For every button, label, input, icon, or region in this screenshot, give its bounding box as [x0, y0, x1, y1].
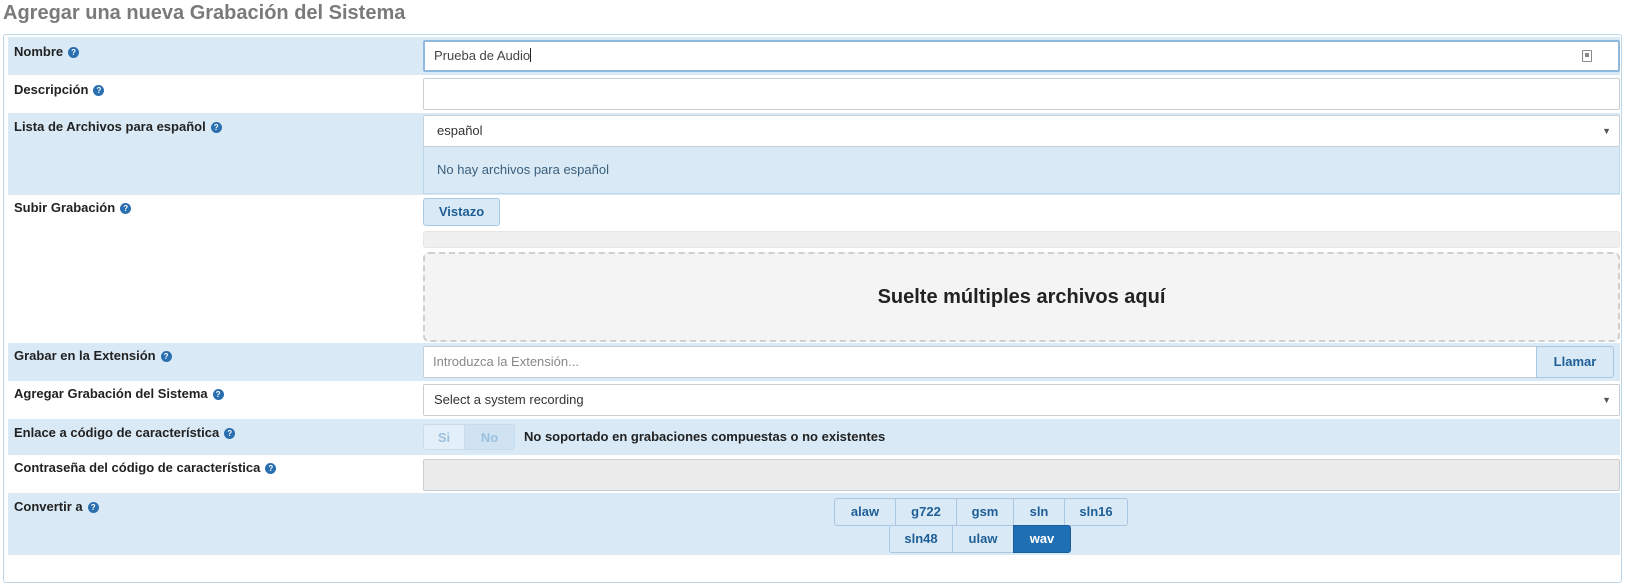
page-title: Agregar una nueva Grabación del Sistema [3, 2, 406, 24]
name-label: Nombre [14, 44, 64, 59]
format-sln16[interactable]: sln16 [1064, 498, 1128, 526]
record-extension-label: Grabar en la Extensión [14, 348, 156, 363]
format-group-row2: sln48 ulaw wav [889, 525, 1071, 553]
extension-input[interactable]: Introduzca la Extensión... [423, 346, 1537, 378]
row-feature-code-password: Contraseña del código de característica? [8, 455, 1620, 493]
feature-code-password-label: Contraseña del código de característica [14, 460, 261, 475]
name-input[interactable]: Prueba de Audio [423, 40, 1620, 72]
format-group-row1: alaw g722 gsm sln sln16 [834, 498, 1128, 526]
autofill-icon[interactable] [1582, 50, 1592, 62]
description-input[interactable] [423, 78, 1620, 110]
dropzone[interactable]: Suelte múltiples archivos aquí [423, 252, 1620, 342]
text-cursor [530, 48, 532, 62]
toggle-yes[interactable]: Si [423, 424, 465, 450]
format-sln[interactable]: sln [1013, 498, 1065, 526]
add-system-recording-label: Agregar Grabación del Sistema [14, 386, 208, 401]
language-select-value: español [437, 123, 483, 138]
format-ulaw[interactable]: ulaw [952, 525, 1014, 553]
system-recording-select-value: Select a system recording [434, 392, 584, 407]
upload-progress-bar [423, 231, 1620, 248]
format-sln48[interactable]: sln48 [889, 525, 953, 553]
format-wav[interactable]: wav [1013, 525, 1071, 553]
browse-button[interactable]: Vistazo [423, 198, 500, 226]
row-feature-code-link: Enlace a código de característica? Si No… [8, 419, 1620, 455]
feature-code-note: No soportado en grabaciones compuestas o… [524, 429, 886, 444]
help-icon[interactable]: ? [87, 502, 99, 513]
name-input-value: Prueba de Audio [434, 48, 531, 63]
row-convert-to: Convertir a? alaw g722 gsm sln sln16 sln… [8, 493, 1620, 555]
format-alaw[interactable]: alaw [834, 498, 896, 526]
record-extension-group: Introduzca la Extensión... Llamar [423, 346, 1620, 378]
description-label: Descripción [14, 82, 89, 97]
help-icon[interactable]: ? [265, 463, 277, 474]
row-file-list: Lista de Archivos para español? español … [8, 113, 1620, 195]
toggle-no[interactable]: No [465, 424, 515, 450]
row-upload: Subir Grabación? Vistazo Suelte múltiple… [8, 195, 1620, 343]
feature-code-toggle: Si No [423, 424, 515, 450]
help-icon[interactable]: ? [224, 428, 236, 439]
format-g722[interactable]: g722 [895, 498, 957, 526]
no-files-message: No hay archivos para español [423, 147, 1620, 194]
call-button[interactable]: Llamar [1536, 346, 1614, 378]
chevron-down-icon: ▼ [1602, 395, 1611, 405]
file-list-label: Lista de Archivos para español [14, 119, 206, 134]
row-description: Descripción? [8, 75, 1620, 113]
help-icon[interactable]: ? [120, 203, 132, 214]
format-gsm[interactable]: gsm [956, 498, 1014, 526]
upload-label: Subir Grabación [14, 200, 116, 215]
recording-form: Nombre? Prueba de Audio Descripción? Lis… [3, 34, 1622, 583]
chevron-down-icon: ▼ [1602, 126, 1611, 136]
feature-code-link-label: Enlace a código de característica [14, 425, 220, 440]
system-recording-select[interactable]: Select a system recording ▼ [423, 384, 1620, 416]
row-add-system-recording: Agregar Grabación del Sistema? Select a … [8, 381, 1620, 419]
row-name: Nombre? Prueba de Audio [8, 37, 1620, 75]
feature-code-password-input [423, 459, 1620, 491]
language-select[interactable]: español ▼ [423, 115, 1620, 147]
convert-to-label: Convertir a [14, 499, 83, 514]
help-icon[interactable]: ? [212, 389, 224, 400]
help-icon[interactable]: ? [93, 85, 105, 96]
row-record-extension: Grabar en la Extensión? Introduzca la Ex… [8, 343, 1620, 381]
help-icon[interactable]: ? [160, 351, 172, 362]
help-icon[interactable]: ? [210, 122, 222, 133]
help-icon[interactable]: ? [68, 47, 80, 58]
